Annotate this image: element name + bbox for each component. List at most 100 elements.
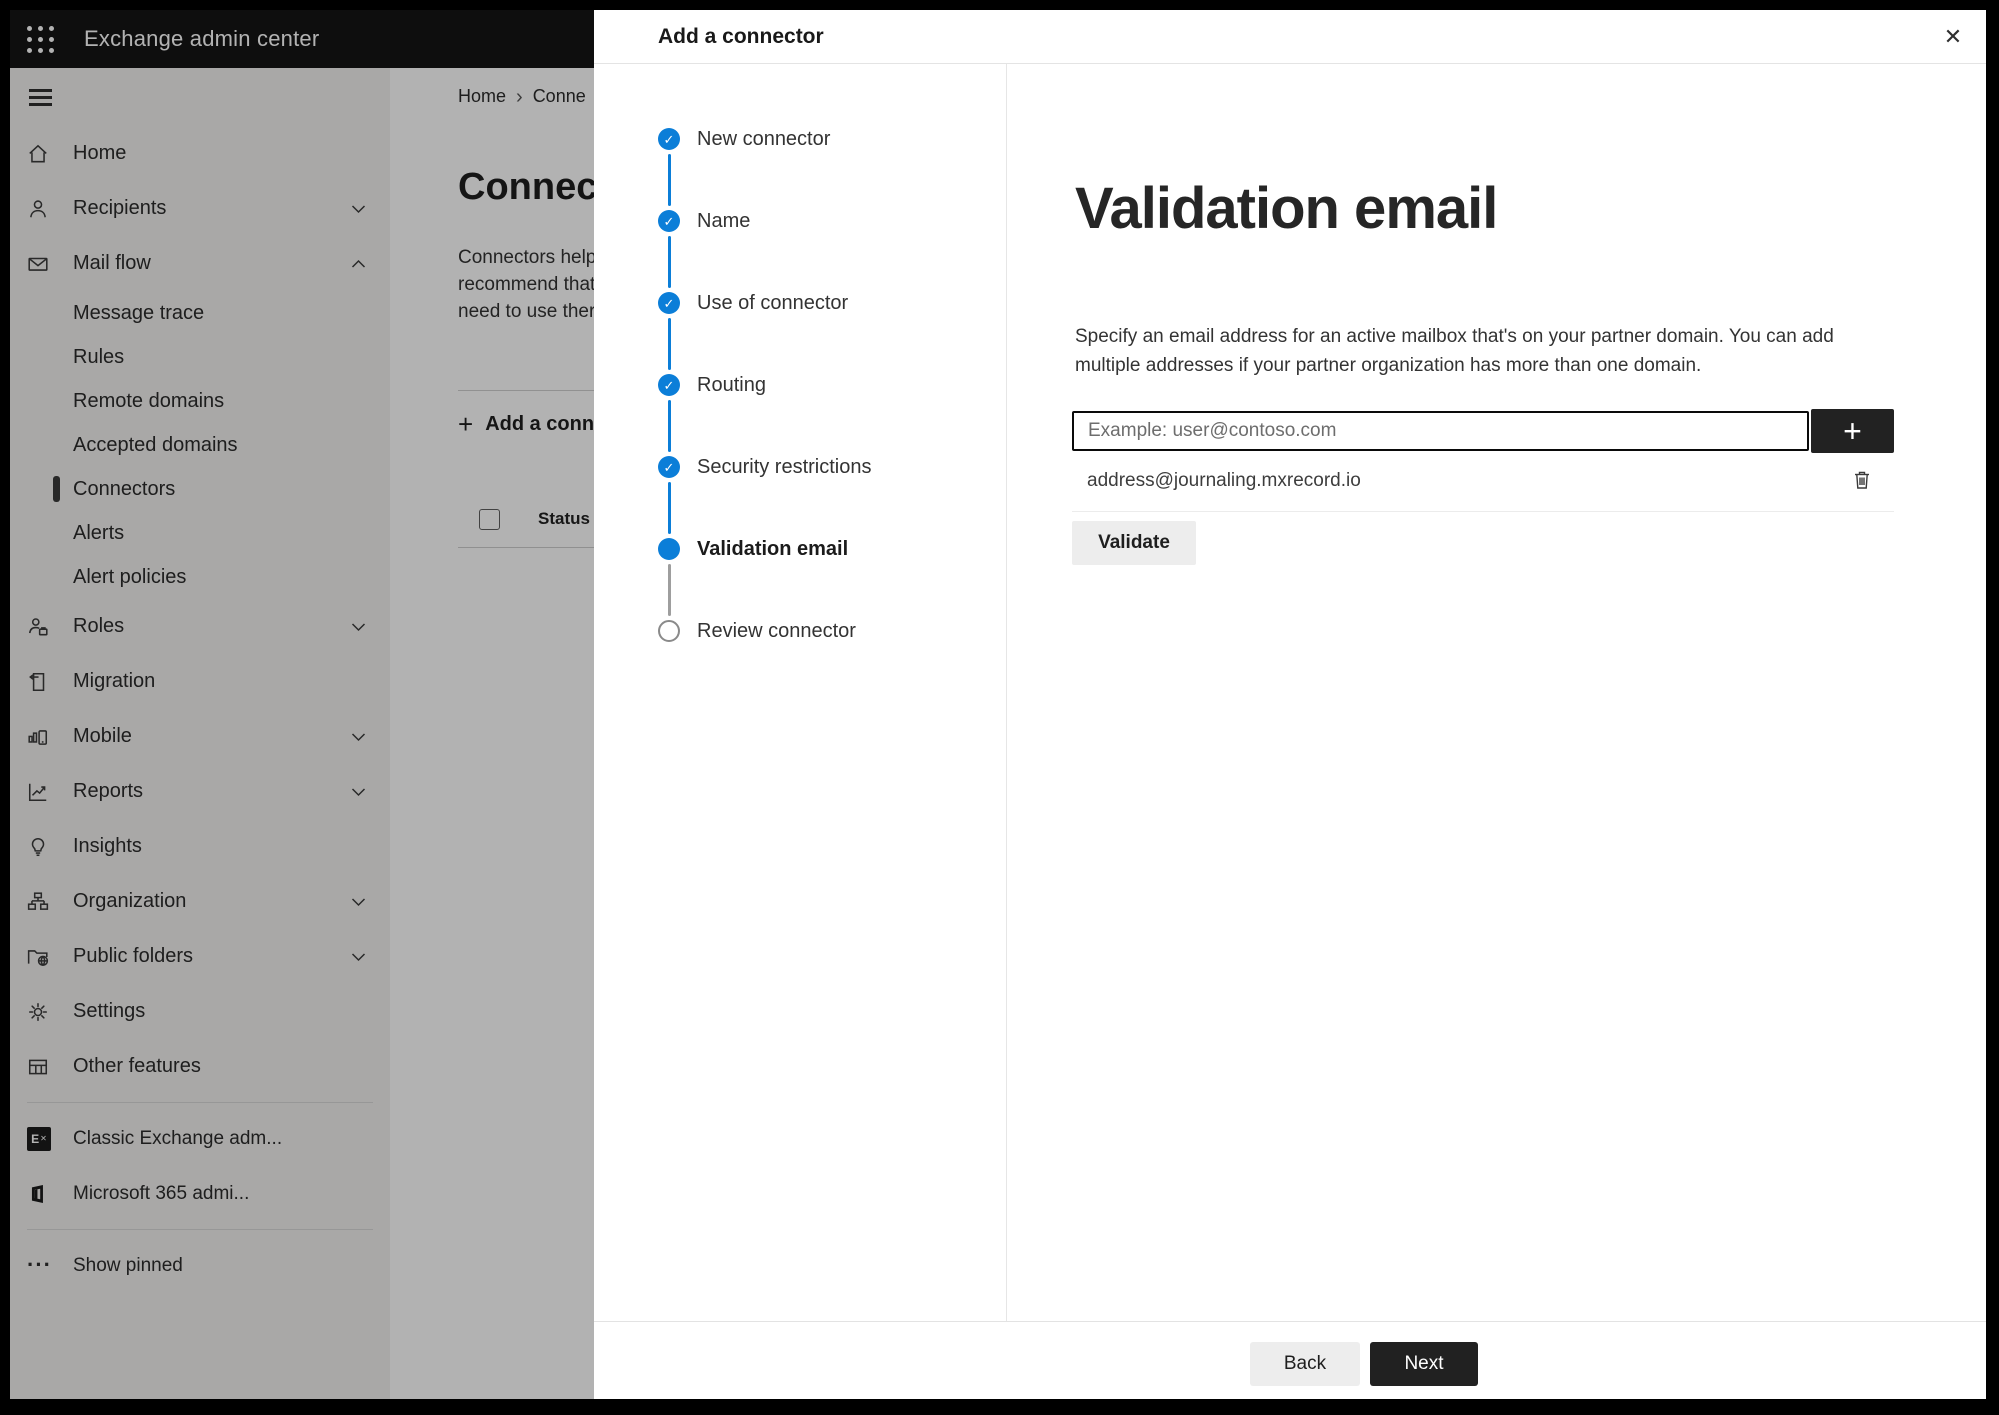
sidebar-item-mail-flow[interactable]: Mail flow: [10, 236, 390, 291]
sidebar-subitem-connectors[interactable]: Connectors: [10, 467, 390, 511]
lightbulb-icon: [27, 836, 49, 858]
sidebar-divider: [27, 1229, 373, 1230]
sidebar-item-public-folders[interactable]: Public folders: [10, 929, 390, 984]
plus-icon: +: [458, 409, 474, 439]
step-status-icon: ✓: [658, 292, 680, 314]
sidebar: Home Recipients Mail flow Message trace …: [10, 68, 390, 1399]
chevron-down-icon: [351, 952, 366, 962]
wizard-step-new-connector[interactable]: ✓ New connector: [594, 98, 1006, 206]
public-folders-icon: [27, 946, 49, 968]
screenshot-frame: Exchange admin center Home Recipients Ma…: [0, 0, 1999, 1415]
chevron-down-icon: [351, 732, 366, 742]
wizard-step-security-restrictions[interactable]: ✓ Security restrictions: [594, 426, 1006, 534]
step-status-icon: ✓: [658, 538, 680, 560]
sidebar-subitem-alert-policies[interactable]: Alert policies: [10, 555, 390, 599]
gear-icon: [27, 1001, 49, 1023]
sidebar-subitem-remote-domains[interactable]: Remote domains: [10, 379, 390, 423]
panel-footer: Back Next: [594, 1321, 1986, 1399]
panel-header: Add a connector ✕: [594, 10, 1986, 64]
add-email-button[interactable]: +: [1811, 409, 1894, 453]
sidebar-item-m365-admin[interactable]: Microsoft 365 admi...: [10, 1166, 390, 1221]
wizard-step-use-of-connector[interactable]: ✓ Use of connector: [594, 262, 1006, 370]
panel-title: Add a connector: [658, 25, 824, 48]
sidebar-subitem-rules[interactable]: Rules: [10, 335, 390, 379]
trash-icon: [1852, 469, 1872, 494]
wizard-content: Validation email Specify an email addres…: [1008, 64, 1986, 1322]
sidebar-item-label: Home: [73, 142, 127, 164]
close-button[interactable]: ✕: [1938, 22, 1968, 52]
sidebar-subitem-accepted-domains[interactable]: Accepted domains: [10, 423, 390, 467]
sidebar-item-label: Recipients: [73, 197, 167, 219]
page-intro: Connectors help recommend that need to u…: [458, 247, 597, 322]
chevron-down-icon: [351, 622, 366, 632]
sidebar-item-insights[interactable]: Insights: [10, 819, 390, 874]
mail-icon: [27, 253, 49, 275]
roles-icon: [27, 616, 49, 638]
check-icon: ✓: [663, 213, 675, 229]
app-title: Exchange admin center: [84, 26, 320, 51]
wizard-steps-nav: ✓ New connector ✓ Name ✓ Use of connecto…: [594, 64, 1007, 1322]
sidebar-item-roles[interactable]: Roles: [10, 599, 390, 654]
mobile-icon: [27, 726, 49, 748]
exchange-admin-app: Exchange admin center Home Recipients Ma…: [10, 10, 1986, 1399]
back-button[interactable]: Back: [1250, 1342, 1360, 1386]
collapse-nav-button[interactable]: [10, 78, 390, 118]
step-status-icon: ✓: [658, 210, 680, 232]
org-chart-icon: [27, 891, 49, 913]
sidebar-subitem-alerts[interactable]: Alerts: [10, 511, 390, 555]
step-status-icon: ✓: [658, 128, 680, 150]
wizard-step-routing[interactable]: ✓ Routing: [594, 344, 1006, 452]
sidebar-item-migration[interactable]: Migration: [10, 654, 390, 709]
sidebar-divider: [27, 1102, 373, 1103]
sidebar-item-other-features[interactable]: Other features: [10, 1039, 390, 1094]
sidebar-item-reports[interactable]: Reports: [10, 764, 390, 819]
step-heading: Validation email: [1075, 176, 1498, 241]
add-connector-button[interactable]: + Add a conn: [458, 409, 594, 439]
validate-button[interactable]: Validate: [1072, 521, 1196, 565]
chevron-down-icon: [351, 897, 366, 907]
sidebar-item-show-pinned[interactable]: ··· Show pinned: [10, 1238, 390, 1293]
sidebar-subitem-message-trace[interactable]: Message trace: [10, 291, 390, 335]
sidebar-item-classic-exchange[interactable]: E ✕ Classic Exchange adm...: [10, 1111, 390, 1166]
delete-address-button[interactable]: [1847, 466, 1877, 496]
home-icon: [27, 143, 49, 165]
sidebar-item-organization[interactable]: Organization: [10, 874, 390, 929]
check-icon: ✓: [663, 131, 675, 147]
divider: [1072, 511, 1894, 512]
reports-icon: [27, 781, 49, 803]
check-icon: ✓: [663, 377, 675, 393]
step-description: Specify an email address for an active m…: [1075, 326, 1834, 376]
breadcrumb: Home › Conne: [458, 86, 586, 107]
table-icon: [27, 1056, 49, 1078]
sidebar-item-mobile[interactable]: Mobile: [10, 709, 390, 764]
wizard-step-name[interactable]: ✓ Name: [594, 180, 1006, 288]
next-button[interactable]: Next: [1370, 1342, 1478, 1386]
more-icon: ···: [27, 1251, 52, 1277]
select-all-checkbox[interactable]: [479, 509, 500, 530]
chevron-up-icon: [351, 259, 366, 269]
email-input[interactable]: [1072, 411, 1809, 451]
step-status-icon: ✓: [658, 456, 680, 478]
app-launcher-button[interactable]: [27, 23, 71, 55]
status-column-header[interactable]: Status: [538, 509, 590, 529]
sidebar-item-home[interactable]: Home: [10, 126, 390, 181]
m365-logo-icon: [27, 1183, 49, 1205]
breadcrumb-home-link[interactable]: Home: [458, 86, 506, 107]
wizard-step-validation-email[interactable]: ✓ Validation email: [594, 508, 1006, 616]
step-status-icon: ✓: [658, 374, 680, 396]
exchange-logo-icon: E ✕: [27, 1126, 51, 1151]
breadcrumb-separator-icon: ›: [516, 85, 523, 108]
page-title: Connec: [458, 166, 598, 208]
migration-icon: [27, 671, 49, 693]
plus-icon: +: [1843, 413, 1862, 449]
add-connector-panel: Add a connector ✕ ✓ New connector ✓ Name…: [594, 10, 1986, 1399]
sidebar-item-recipients[interactable]: Recipients: [10, 181, 390, 236]
waffle-icon: [27, 25, 54, 53]
hamburger-icon: [29, 89, 52, 106]
sidebar-item-settings[interactable]: Settings: [10, 984, 390, 1039]
wizard-step-review-connector[interactable]: ✓ Review connector: [594, 590, 1006, 672]
check-icon: ✓: [663, 295, 675, 311]
breadcrumb-current: Conne: [532, 86, 586, 106]
chevron-down-icon: [351, 787, 366, 797]
step-status-icon: ✓: [658, 620, 680, 642]
